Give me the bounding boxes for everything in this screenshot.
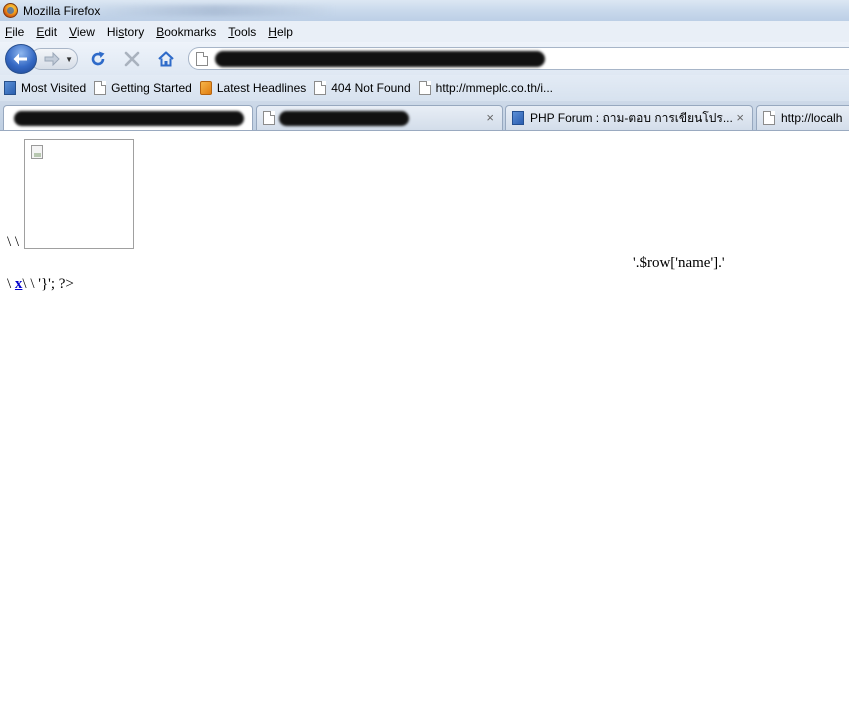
- page-icon: [314, 81, 327, 95]
- php-forum-favicon-icon: [512, 111, 524, 125]
- bookmarks-toolbar: Most Visited Getting Started Latest Head…: [0, 75, 849, 101]
- close-tab-icon[interactable]: ×: [486, 110, 494, 125]
- page-icon: [418, 81, 431, 95]
- menu-history[interactable]: History: [107, 25, 144, 39]
- page-icon: [94, 81, 107, 95]
- backslash-text: \ \: [7, 234, 20, 250]
- page-icon: [196, 52, 208, 66]
- close-tab-icon[interactable]: ×: [736, 110, 744, 125]
- menu-view[interactable]: View: [69, 25, 95, 39]
- menu-bar: File Edit View History Bookmarks Tools H…: [0, 21, 849, 42]
- bookmark-mmeplc[interactable]: http://mmeplc.co.th/i...: [418, 81, 553, 95]
- broken-image: [24, 139, 134, 249]
- navigation-toolbar: ▼: [0, 42, 849, 75]
- rss-icon: [199, 81, 212, 95]
- broken-image-icon: [31, 145, 43, 159]
- code-fragment-line: \ x\ \ '}'; ?>: [7, 276, 74, 292]
- firefox-logo-icon: [3, 3, 18, 18]
- forward-arrow-icon: [44, 52, 60, 66]
- reload-button[interactable]: [89, 50, 107, 68]
- menu-file[interactable]: File: [5, 25, 24, 39]
- blurred-title-text: [95, 5, 335, 16]
- menu-bookmarks[interactable]: Bookmarks: [156, 25, 216, 39]
- page-icon: [263, 111, 275, 125]
- bookmark-latest-headlines[interactable]: Latest Headlines: [199, 81, 306, 95]
- redacted-tab-title: [279, 111, 409, 126]
- most-visited-icon: [4, 81, 16, 95]
- tab-localhost[interactable]: http://localh: [756, 105, 849, 130]
- back-button[interactable]: [5, 44, 37, 74]
- tab-php-forum[interactable]: PHP Forum : ถาม-ตอบ การเขียนโปร... ×: [505, 105, 753, 130]
- page-content: \ \ '.$row['name'].' \ x\ \ '}'; ?>: [0, 131, 849, 702]
- home-button[interactable]: [157, 50, 175, 68]
- reload-icon: [91, 51, 105, 66]
- stop-button[interactable]: [123, 50, 141, 68]
- tab-active[interactable]: [3, 105, 253, 130]
- menu-edit[interactable]: Edit: [36, 25, 57, 39]
- title-bar: Mozilla Firefox: [0, 0, 849, 21]
- redacted-url: [215, 51, 545, 67]
- tab-redacted[interactable]: ×: [256, 105, 503, 130]
- redacted-tab-title: [14, 111, 244, 126]
- bookmark-404-not-found[interactable]: 404 Not Found: [314, 81, 411, 95]
- menu-tools[interactable]: Tools: [228, 25, 256, 39]
- stop-icon: [124, 51, 140, 67]
- window-title: Mozilla Firefox: [23, 3, 101, 18]
- row-name-text: '.$row['name'].': [633, 255, 725, 271]
- bookmark-getting-started[interactable]: Getting Started: [94, 81, 192, 95]
- bookmark-most-visited[interactable]: Most Visited: [4, 81, 86, 95]
- page-icon: [763, 111, 775, 125]
- back-arrow-icon: [13, 53, 27, 65]
- home-icon: [158, 51, 174, 67]
- tab-strip: × PHP Forum : ถาม-ตอบ การเขียนโปร... × h…: [0, 101, 849, 131]
- address-bar[interactable]: [188, 47, 849, 70]
- history-dropdown-icon[interactable]: ▼: [65, 55, 73, 64]
- menu-help[interactable]: Help: [268, 25, 293, 39]
- forward-button[interactable]: ▼: [30, 48, 78, 70]
